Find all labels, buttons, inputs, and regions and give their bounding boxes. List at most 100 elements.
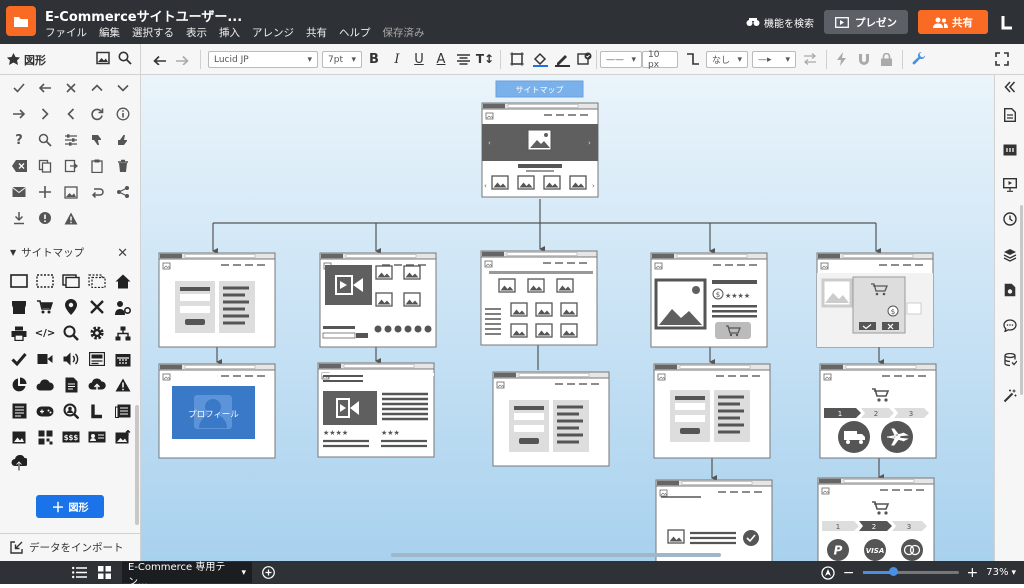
chevron-right-icon[interactable]: [32, 101, 58, 127]
chevron-down-icon[interactable]: ▾: [1011, 568, 1016, 578]
menu-edit[interactable]: 編集: [99, 25, 120, 40]
tools-icon[interactable]: [84, 294, 110, 320]
menu-arrange[interactable]: アレンジ: [252, 25, 294, 40]
arrow-start-select[interactable]: なし ▾: [706, 51, 748, 68]
page-checkout-payment[interactable]: 1 2 3 P VISA: [817, 477, 935, 561]
layers-icon[interactable]: [1002, 247, 1018, 263]
redo-button[interactable]: [172, 49, 192, 69]
import-data-button[interactable]: データをインポート: [0, 533, 140, 561]
lightning-button[interactable]: [834, 49, 850, 69]
clipboard-icon[interactable]: [84, 153, 110, 179]
line-width-select[interactable]: 10 px: [642, 50, 678, 70]
zoom-slider-handle[interactable]: [889, 567, 899, 576]
lucid-logo-icon[interactable]: [998, 13, 1016, 31]
navigate-icon[interactable]: [821, 565, 835, 580]
user-search-icon[interactable]: [58, 398, 84, 424]
present-button[interactable]: プレゼン: [824, 10, 908, 34]
backspace-icon[interactable]: [6, 153, 32, 179]
warning-icon[interactable]: [58, 205, 84, 231]
search-icon[interactable]: [118, 51, 132, 65]
download-icon[interactable]: [6, 205, 32, 231]
qr-code-icon[interactable]: [32, 424, 58, 450]
volume-icon[interactable]: [58, 346, 84, 372]
add-shapes-button[interactable]: ＋ 図形: [36, 495, 104, 518]
store-icon[interactable]: [6, 294, 32, 320]
page-confirmation[interactable]: [655, 479, 773, 561]
pie-chart-icon[interactable]: [6, 372, 32, 398]
share-button[interactable]: 共有: [918, 10, 988, 34]
fullscreen-button[interactable]: [994, 49, 1010, 69]
database-icon[interactable]: [1002, 352, 1018, 368]
chevron-up-icon[interactable]: [84, 75, 110, 101]
feature-search-button[interactable]: 機能を検索: [746, 15, 814, 30]
line-style-select[interactable]: —— ▾: [600, 51, 642, 68]
list-view-icon[interactable]: [72, 566, 87, 582]
export-icon[interactable]: [58, 153, 84, 179]
chat-icon[interactable]: [1002, 317, 1018, 333]
magnet-button[interactable]: [856, 49, 872, 69]
refresh-icon[interactable]: [84, 101, 110, 127]
underline-button[interactable]: U: [411, 49, 427, 69]
zoom-icon[interactable]: [32, 127, 58, 153]
zoom-level[interactable]: 73%: [986, 567, 1008, 578]
picture-icon[interactable]: [58, 179, 84, 205]
home-icon[interactable]: [110, 268, 136, 294]
payment-sss-icon[interactable]: $$$: [58, 424, 84, 450]
menu-insert[interactable]: 挿入: [219, 25, 240, 40]
copy-icon[interactable]: [32, 153, 58, 179]
lucid-l-icon[interactable]: [84, 398, 110, 424]
checkmark-icon[interactable]: [6, 346, 32, 372]
zoom-out-button[interactable]: −: [843, 565, 855, 581]
chevron-down-icon[interactable]: [110, 75, 136, 101]
grid-view-icon[interactable]: [98, 566, 111, 582]
canvas-horizontal-scrollbar[interactable]: [391, 553, 721, 557]
alert-triangle-icon[interactable]: [110, 372, 136, 398]
add-page-icon[interactable]: [262, 566, 275, 582]
image-tile-icon[interactable]: [6, 424, 32, 450]
menu-file[interactable]: ファイル: [45, 25, 87, 40]
panel-scrollbar[interactable]: [135, 405, 139, 525]
page-form-2[interactable]: [492, 371, 610, 467]
comments-quote-icon[interactable]: [1002, 142, 1018, 158]
style-options-button[interactable]: [575, 49, 593, 69]
image-upload-icon[interactable]: [110, 424, 136, 450]
banner-icon[interactable]: [84, 346, 110, 372]
page-video-detail[interactable]: ★★★★ ★★★: [317, 362, 435, 458]
fill-color-button[interactable]: [531, 49, 549, 69]
sitemap-badge[interactable]: サイトマップ: [495, 80, 584, 98]
line-routing-button[interactable]: [685, 49, 701, 69]
font-size-select[interactable]: 7pt ▾: [322, 51, 362, 68]
page-profile[interactable]: プロフィール: [158, 363, 276, 459]
id-card-icon[interactable]: [84, 424, 110, 450]
alert-circle-icon[interactable]: [32, 205, 58, 231]
data-link-icon[interactable]: [1002, 282, 1018, 298]
page-cart-modal[interactable]: $: [816, 252, 934, 348]
news-icon[interactable]: [110, 398, 136, 424]
diagram-canvas[interactable]: サイトマップ ‹ › ‹ › $ ★★★★ $ プロフィール ★★★★ ★★★ …: [141, 75, 994, 561]
cart-icon[interactable]: [32, 294, 58, 320]
upload-arrow-icon[interactable]: [6, 450, 32, 476]
page-tab[interactable]: E-Commerce 専用テン... ▾: [122, 562, 252, 588]
menu-share[interactable]: 共有: [306, 25, 327, 40]
sitemap-icon[interactable]: [110, 320, 136, 346]
page-home[interactable]: ‹ › ‹ ›: [481, 102, 599, 198]
user-settings-icon[interactable]: [110, 294, 136, 320]
bold-button[interactable]: B: [366, 49, 382, 69]
image-icon[interactable]: [96, 51, 110, 65]
page-form-3[interactable]: [653, 363, 771, 459]
printer-icon[interactable]: [6, 320, 32, 346]
page-properties-icon[interactable]: [1002, 107, 1018, 123]
right-scrollbar[interactable]: [1020, 205, 1023, 395]
chevron-down-icon[interactable]: ▾: [241, 568, 246, 578]
cloud-icon[interactable]: [32, 372, 58, 398]
location-pin-icon[interactable]: [58, 294, 84, 320]
info-icon[interactable]: [110, 101, 136, 127]
trash-icon[interactable]: [110, 153, 136, 179]
swap-arrows-button[interactable]: [802, 49, 818, 69]
share-nodes-icon[interactable]: [110, 179, 136, 205]
presentation-icon[interactable]: [1002, 177, 1018, 193]
thumbs-down-icon[interactable]: [84, 127, 110, 153]
thumbs-up-icon[interactable]: [110, 127, 136, 153]
help-icon[interactable]: ?: [6, 127, 32, 153]
close-library-icon[interactable]: ✕: [117, 246, 128, 261]
